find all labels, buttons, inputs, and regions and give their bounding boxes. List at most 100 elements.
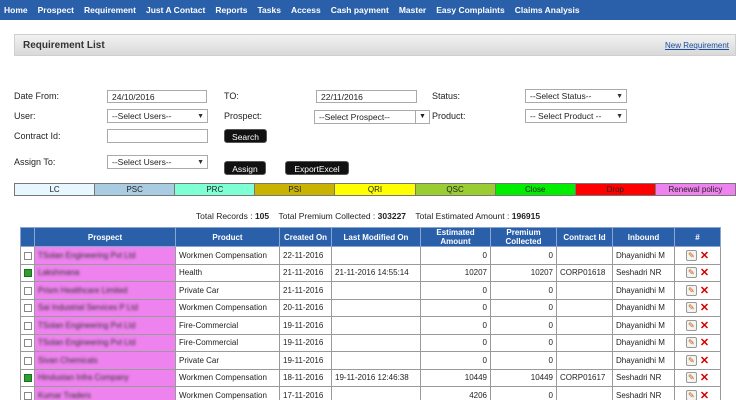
chevron-down-icon: ▼ bbox=[616, 113, 623, 120]
row-checkbox-cell[interactable] bbox=[20, 333, 35, 352]
table-row[interactable]: Hindustan Infra Company Workmen Compensat… bbox=[20, 368, 721, 387]
nav-item-access[interactable]: Access bbox=[286, 5, 326, 15]
nav-item-cash-payment[interactable]: Cash payment bbox=[326, 5, 394, 15]
delete-icon[interactable]: ✕ bbox=[700, 389, 709, 400]
prospect-cell[interactable]: Kumar Traders bbox=[34, 386, 176, 400]
table-row[interactable]: TSolan Engineering Pvt Ltd Fire-Commercia… bbox=[20, 333, 721, 352]
row-checkbox-cell[interactable] bbox=[20, 281, 35, 300]
prospect-cell[interactable]: TSolan Engineering Pvt Ltd bbox=[34, 333, 176, 352]
row-checkbox-cell[interactable] bbox=[20, 368, 35, 387]
prospect-select[interactable]: --Select Prospect-- ▼ bbox=[314, 110, 430, 124]
prospect-name: Hindustan Infra Company bbox=[38, 373, 129, 383]
edit-icon[interactable]: ✎ bbox=[685, 302, 697, 314]
edit-icon[interactable]: ✎ bbox=[685, 267, 697, 279]
page-header: Requirement List New Requirement bbox=[14, 34, 736, 56]
edit-icon[interactable]: ✎ bbox=[685, 319, 697, 331]
row-checkbox[interactable] bbox=[23, 251, 32, 260]
export-excel-button[interactable]: ExportExcel bbox=[285, 161, 349, 175]
delete-icon[interactable]: ✕ bbox=[700, 319, 709, 332]
nav-item-easy-complaints[interactable]: Easy Complaints bbox=[431, 5, 510, 15]
nav-item-master[interactable]: Master bbox=[394, 5, 431, 15]
prospect-cell[interactable]: Hindustan Infra Company bbox=[34, 368, 176, 387]
nav-item-tasks[interactable]: Tasks bbox=[252, 5, 285, 15]
table-row[interactable]: Sivan Chemicals Private Car 19-11-2016 0 0 Dh… bbox=[20, 351, 721, 370]
legend-close: Close bbox=[495, 184, 576, 195]
product-cell: Fire-Commercial bbox=[175, 333, 280, 352]
row-checkbox[interactable] bbox=[23, 374, 32, 383]
row-checkbox-cell[interactable] bbox=[20, 351, 35, 370]
row-checkbox-cell[interactable] bbox=[20, 298, 35, 317]
date-from-input[interactable]: 24/10/2016 bbox=[107, 90, 207, 103]
row-checkbox[interactable] bbox=[23, 391, 32, 400]
contract-id-cell bbox=[556, 333, 613, 352]
table-row[interactable]: Sai Industrial Services P Ltd Workmen Com… bbox=[20, 298, 721, 317]
prospect-cell[interactable]: Lakshmana bbox=[34, 263, 176, 282]
prospect-name: Kumar Traders bbox=[38, 390, 91, 400]
contract-id-cell bbox=[556, 316, 613, 335]
total-estimated-label: Total Estimated Amount : bbox=[415, 211, 510, 221]
row-checkbox[interactable] bbox=[23, 269, 32, 278]
delete-icon[interactable]: ✕ bbox=[700, 371, 709, 384]
delete-icon[interactable]: ✕ bbox=[700, 266, 709, 279]
created-on-cell: 22-11-2016 bbox=[279, 246, 332, 265]
row-checkbox-cell[interactable] bbox=[20, 263, 35, 282]
prospect-cell[interactable]: TSolan Engineering Pvt Ltd bbox=[34, 316, 176, 335]
nav-item-just-a-contact[interactable]: Just A Contact bbox=[141, 5, 210, 15]
edit-icon[interactable]: ✎ bbox=[685, 249, 697, 261]
edit-icon[interactable]: ✎ bbox=[685, 337, 697, 349]
assign-to-select[interactable]: --Select Users-- ▼ bbox=[107, 155, 208, 169]
prospect-cell[interactable]: TSolan Engineering Pvt Ltd bbox=[34, 246, 176, 265]
user-select[interactable]: --Select Users-- ▼ bbox=[107, 109, 208, 123]
delete-icon[interactable]: ✕ bbox=[700, 336, 709, 349]
assign-button[interactable]: Assign bbox=[224, 161, 266, 175]
last-modified-cell bbox=[331, 298, 421, 317]
requirement-table: Prospect Product Created On Last Modified O… bbox=[20, 227, 721, 400]
prospect-value: --Select Prospect-- bbox=[319, 112, 390, 122]
status-select[interactable]: --Select Status-- ▼ bbox=[525, 89, 627, 103]
nav-item-home[interactable]: Home bbox=[0, 5, 33, 15]
row-checkbox-cell[interactable] bbox=[20, 316, 35, 335]
delete-icon[interactable]: ✕ bbox=[700, 249, 709, 262]
contract-id-input[interactable] bbox=[107, 129, 208, 143]
delete-icon[interactable]: ✕ bbox=[700, 354, 709, 367]
row-checkbox[interactable] bbox=[23, 286, 32, 295]
prospect-name: Prism Healthcare Limited bbox=[38, 285, 128, 295]
product-select[interactable]: -- Select Product -- ▼ bbox=[525, 109, 627, 123]
estimated-amount-cell: 10207 bbox=[420, 263, 491, 282]
row-checkbox-cell[interactable] bbox=[20, 246, 35, 265]
prospect-cell[interactable]: Sivan Chemicals bbox=[34, 351, 176, 370]
edit-icon[interactable]: ✎ bbox=[685, 284, 697, 296]
edit-icon[interactable]: ✎ bbox=[685, 372, 697, 384]
new-requirement-link[interactable]: New Requirement bbox=[665, 41, 729, 50]
nav-item-reports[interactable]: Reports bbox=[210, 5, 252, 15]
nav-item-requirement[interactable]: Requirement bbox=[79, 5, 141, 15]
search-button[interactable]: Search bbox=[224, 129, 267, 143]
status-label: Status: bbox=[432, 91, 461, 101]
row-checkbox-cell[interactable] bbox=[20, 386, 35, 400]
created-on-cell: 19-11-2016 bbox=[279, 351, 332, 370]
row-checkbox[interactable] bbox=[23, 304, 32, 313]
prospect-name: TSolan Engineering Pvt Ltd bbox=[38, 250, 136, 260]
nav-item-claims-analysis[interactable]: Claims Analysis bbox=[510, 5, 585, 15]
prospect-cell[interactable]: Prism Healthcare Limited bbox=[34, 281, 176, 300]
created-on-cell: 21-11-2016 bbox=[279, 263, 332, 282]
delete-icon[interactable]: ✕ bbox=[700, 301, 709, 314]
edit-icon[interactable]: ✎ bbox=[685, 389, 697, 400]
legend-renewal-policy: Renewal policy bbox=[655, 184, 735, 195]
product-cell: Health bbox=[175, 263, 280, 282]
prospect-name: Sivan Chemicals bbox=[38, 355, 98, 365]
delete-icon[interactable]: ✕ bbox=[700, 284, 709, 297]
table-row[interactable]: Lakshmana Health 21-11-2016 21-11-2016 14:5… bbox=[20, 263, 721, 282]
row-checkbox[interactable] bbox=[23, 339, 32, 348]
nav-item-prospect[interactable]: Prospect bbox=[33, 5, 79, 15]
table-row[interactable]: TSolan Engineering Pvt Ltd Fire-Commercia… bbox=[20, 316, 721, 335]
table-row[interactable]: Prism Healthcare Limited Private Car 21-11… bbox=[20, 281, 721, 300]
prospect-cell[interactable]: Sai Industrial Services P Ltd bbox=[34, 298, 176, 317]
row-checkbox[interactable] bbox=[23, 321, 32, 330]
date-to-input[interactable]: 22/11/2016 bbox=[316, 90, 417, 103]
edit-icon[interactable]: ✎ bbox=[685, 354, 697, 366]
table-row[interactable]: TSolan Engineering Pvt Ltd Workmen Compen… bbox=[20, 246, 721, 265]
table-row[interactable]: Kumar Traders Workmen Compensation 17-11-2… bbox=[20, 386, 721, 400]
row-checkbox[interactable] bbox=[23, 356, 32, 365]
last-modified-cell bbox=[331, 246, 421, 265]
